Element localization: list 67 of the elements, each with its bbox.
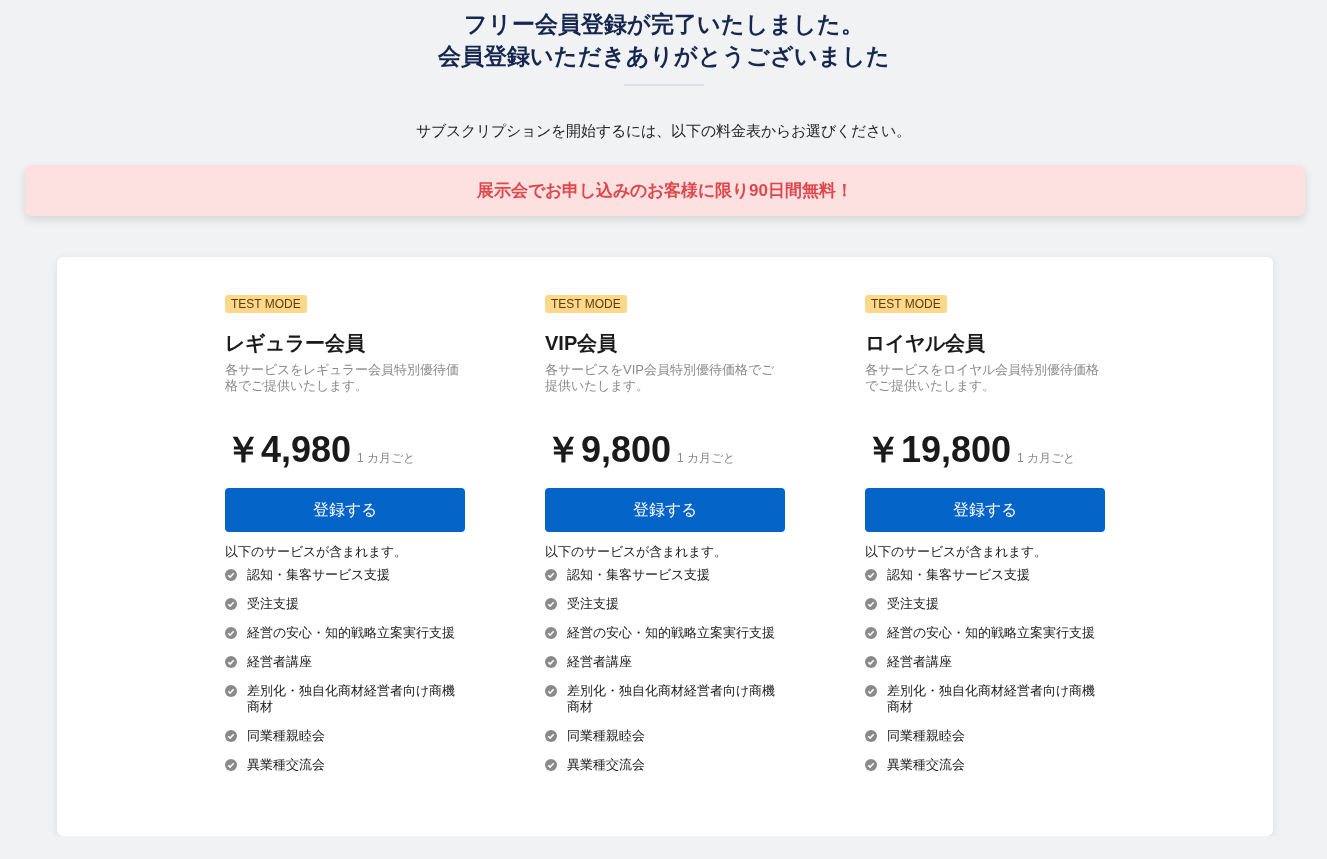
includes-label: 以下のサービスが含まれます。 [225,543,407,561]
check-icon [865,627,877,639]
plan-price: ￥19,800 [865,430,1012,470]
feature-text: 経営者講座 [887,654,952,670]
plan-description: 各サービスをレギュラー会員特別優待価格でご提供いたします。 [225,362,460,395]
feature-text: 同業種親睦会 [567,728,645,744]
check-icon [225,685,237,697]
feature-text: 認知・集客サービス支援 [247,567,390,583]
page-title: フリー会員登録が完了いたしました。 [463,9,864,39]
check-icon [865,759,877,771]
check-icon [225,656,237,668]
check-icon [545,685,557,697]
check-icon [225,730,237,742]
feature-text: 差別化・独自化商材経営者向け商機商材 [247,683,456,715]
feature-text: 同業種親睦会 [887,728,965,744]
check-icon [545,598,557,610]
feature-text: 異業種交流会 [887,757,965,773]
mode-badge: TEST MODE [865,295,947,313]
feature-text: 受注支援 [247,596,299,612]
check-icon [225,598,237,610]
subscribe-button[interactable]: 登録する [225,488,465,532]
feature-text: 差別化・独自化商材経営者向け商機商材 [887,683,1096,715]
mode-badge: TEST MODE [225,295,307,313]
feature-text: 経営の安心・知的戦略立案実行支援 [567,625,775,641]
check-icon [225,759,237,771]
includes-label: 以下のサービスが含まれます。 [545,543,727,561]
check-icon [225,627,237,639]
feature-text: 同業種親睦会 [247,728,325,744]
feature-text: 差別化・独自化商材経営者向け商機商材 [567,683,776,715]
includes-label: 以下のサービスが含まれます。 [865,543,1047,561]
check-icon [865,685,877,697]
plan-price: ￥4,980 [225,430,352,470]
plan-name: レギュラー会員 [225,331,365,356]
subtitle: サブスクリプションを開始するには、以下の料金表からお選びください。 [416,122,911,141]
page-title: 会員登録いただきありがとうございました [437,41,890,71]
feature-text: 受注支援 [887,596,939,612]
plan-name: VIP会員 [545,331,618,356]
feature-text: 認知・集客サービス支援 [567,567,710,583]
check-icon [545,627,557,639]
billing-period: 1 カ月ごと [677,450,736,467]
check-icon [225,569,237,581]
subscribe-button[interactable]: 登録する [545,488,785,532]
billing-period: 1 カ月ごと [1017,450,1076,467]
plan-description: 各サービスをVIP会員特別優待価格でご提供いたします。 [545,362,775,395]
feature-text: 認知・集客サービス支援 [887,567,1030,583]
mode-badge: TEST MODE [545,295,627,313]
feature-text: 経営の安心・知的戦略立案実行支援 [887,625,1095,641]
feature-text: 経営の安心・知的戦略立案実行支援 [247,625,455,641]
check-icon [545,569,557,581]
billing-period: 1 カ月ごと [357,450,416,467]
plan-name: ロイヤル会員 [865,331,985,356]
check-icon [865,656,877,668]
subscribe-button[interactable]: 登録する [865,488,1105,532]
feature-text: 経営者講座 [567,654,632,670]
banner-text: 展示会でお申し込みのお客様に限り90日間無料！ [477,180,853,202]
feature-text: 経営者講座 [247,654,312,670]
feature-text: 異業種交流会 [567,757,645,773]
check-icon [545,759,557,771]
check-icon [545,730,557,742]
feature-text: 受注支援 [567,596,619,612]
check-icon [865,730,877,742]
plan-price: ￥9,800 [545,430,672,470]
check-icon [865,569,877,581]
check-icon [865,598,877,610]
check-icon [545,656,557,668]
feature-text: 異業種交流会 [247,757,325,773]
plan-description: 各サービスをロイヤル会員特別優待価格でご提供いたします。 [865,362,1100,395]
